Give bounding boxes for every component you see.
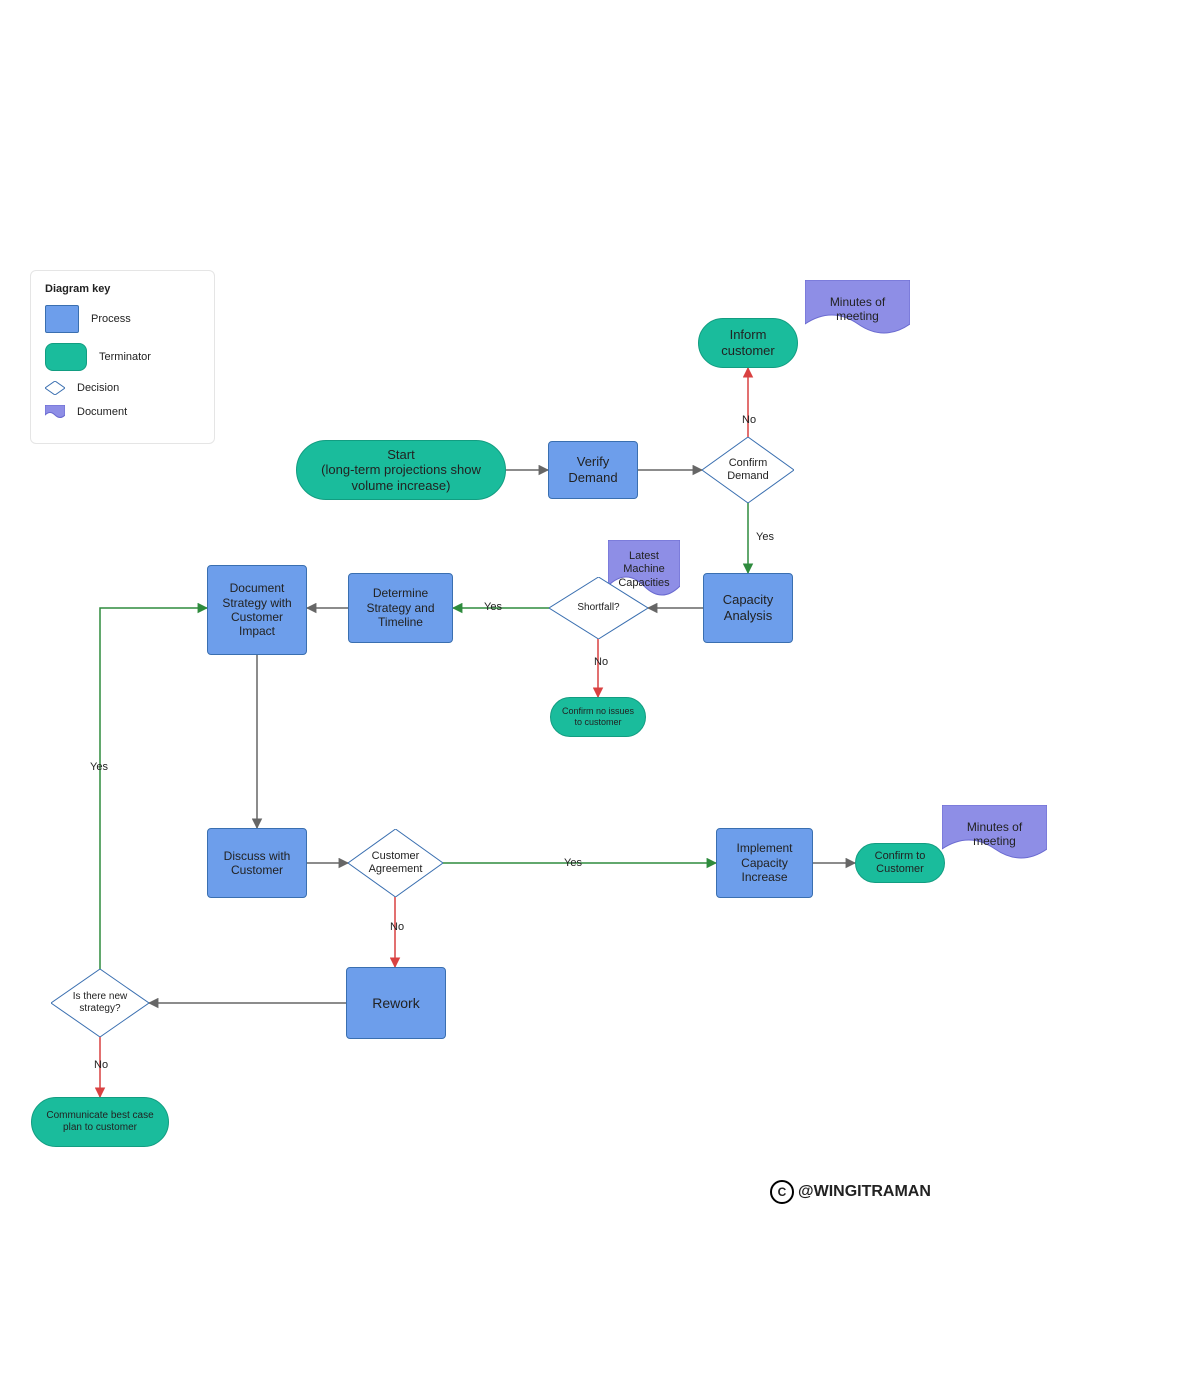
decision-swatch-icon [45, 381, 65, 395]
process-determine-strategy: Determine Strategy and Timeline [348, 573, 453, 643]
terminator-start: Start (long-term projections show volume… [296, 440, 506, 500]
process-implement: Implement Capacity Increase [716, 828, 813, 898]
edge-label-no: No [92, 1058, 110, 1072]
node-label: Confirm Demand [702, 457, 794, 483]
key-row-document: Document [45, 405, 200, 419]
edge-label-yes: Yes [482, 600, 504, 614]
edge-label-no: No [592, 655, 610, 669]
node-label: Minutes of meeting [805, 295, 910, 324]
node-label: Shortfall? [569, 602, 627, 614]
edge-label-yes: Yes [754, 530, 776, 544]
document-minutes-top: Minutes of meeting [805, 280, 910, 338]
node-label: Is there new strategy? [51, 991, 149, 1015]
watermark: C @WINGITRAMAN [770, 1180, 931, 1204]
key-label: Terminator [99, 351, 151, 363]
node-label: Minutes of meeting [942, 820, 1047, 849]
document-swatch-icon [45, 405, 65, 419]
decision-new-strategy: Is there new strategy? [51, 969, 149, 1037]
node-label: Latest Machine Capacities [608, 550, 680, 590]
terminator-confirm-no-issues: Confirm no issues to customer [550, 697, 646, 737]
terminator-inform-customer: Inform customer [698, 318, 798, 368]
diagram-key-panel: Diagram key Process Terminator Decision … [30, 270, 215, 444]
terminator-swatch-icon [45, 343, 87, 371]
terminator-confirm-to-customer: Confirm to Customer [855, 843, 945, 883]
terminator-best-case: Communicate best case plan to customer [31, 1097, 169, 1147]
process-verify-demand: Verify Demand [548, 441, 638, 499]
key-row-process: Process [45, 305, 200, 333]
key-label: Document [77, 406, 127, 418]
document-minutes-bottom: Minutes of meeting [942, 805, 1047, 863]
decision-confirm-demand: Confirm Demand [702, 437, 794, 503]
key-row-decision: Decision [45, 381, 200, 395]
process-capacity-analysis: Capacity Analysis [703, 573, 793, 643]
edge-label-no: No [388, 920, 406, 934]
process-discuss-customer: Discuss with Customer [207, 828, 307, 898]
key-title: Diagram key [45, 283, 200, 295]
decision-customer-agreement: Customer Agreement [348, 829, 443, 897]
watermark-text: @WINGITRAMAN [798, 1183, 931, 1201]
edge-label-yes: Yes [562, 856, 584, 870]
node-label: Customer Agreement [348, 850, 443, 876]
edge-label-no: No [740, 413, 758, 427]
key-row-terminator: Terminator [45, 343, 200, 371]
copyright-icon: C [770, 1180, 794, 1204]
process-document-strategy: Document Strategy with Customer Impact [207, 565, 307, 655]
process-swatch-icon [45, 305, 79, 333]
edge-label-yes: Yes [88, 760, 110, 774]
flowchart-canvas: No Yes No Yes Yes No Yes No Diagram key … [0, 0, 1192, 1400]
key-label: Process [91, 313, 131, 325]
process-rework: Rework [346, 967, 446, 1039]
key-label: Decision [77, 382, 119, 394]
